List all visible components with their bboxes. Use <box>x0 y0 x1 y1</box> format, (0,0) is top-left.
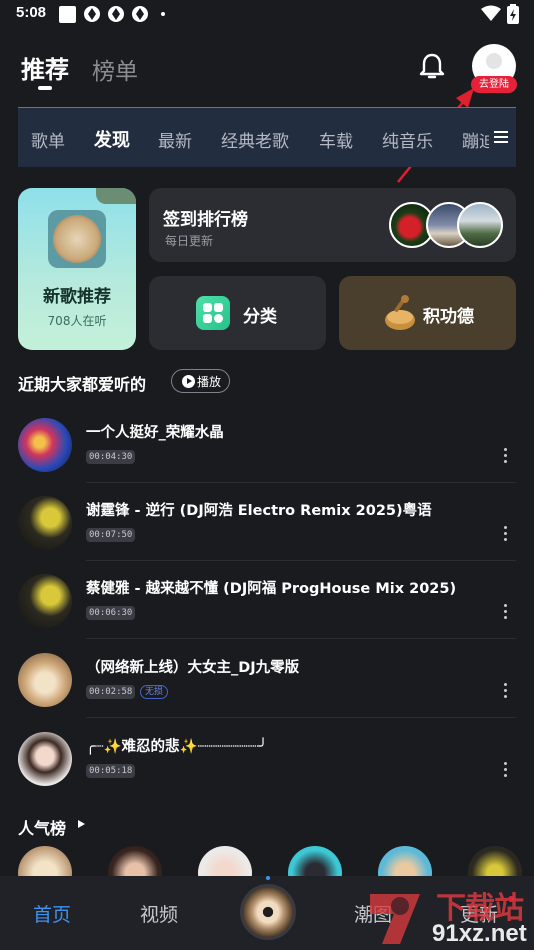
divider <box>86 638 516 639</box>
checkin-leaderboard-card[interactable]: 签到排行榜 每日更新 <box>149 188 516 262</box>
divider <box>86 717 516 718</box>
chevron-right-icon[interactable] <box>78 820 85 828</box>
divider <box>86 482 516 483</box>
category-item-active[interactable]: 发现 <box>94 126 130 152</box>
battery-icon <box>507 4 519 24</box>
song-duration: 00:07:50 <box>86 528 136 542</box>
nav-home[interactable]: 首页 <box>33 900 71 927</box>
more-options-icon[interactable] <box>504 526 508 542</box>
category-item[interactable]: 最新 <box>158 127 192 152</box>
more-options-icon[interactable] <box>504 762 508 778</box>
merit-label: 积功德 <box>423 307 474 327</box>
more-options-icon[interactable] <box>504 683 508 699</box>
song-title: （网络新上线）大女主_DJ九零版 <box>86 660 300 676</box>
checkin-subtitle: 每日更新 <box>165 234 214 248</box>
leaderboard-thumbnail <box>457 202 503 248</box>
app-notification-icon <box>132 6 148 22</box>
new-songs-listeners: 708人在听 <box>47 314 107 328</box>
bell-icon[interactable] <box>419 52 445 80</box>
song-duration: 00:06:30 <box>86 606 136 620</box>
merit-card[interactable]: 积功德 <box>339 276 516 350</box>
play-icon <box>182 375 195 388</box>
category-item[interactable]: 经典老歌 <box>221 127 289 152</box>
section-title-popular[interactable]: 人气榜 <box>18 815 66 839</box>
wifi-icon <box>481 5 501 21</box>
song-title: ╭┈✨难忍的悲✨┈┈┈┈┈┈┈╯ <box>86 739 268 755</box>
song-cover <box>18 496 72 550</box>
category-card[interactable]: 分类 <box>149 276 326 350</box>
tab-chart[interactable]: 榜单 <box>92 52 138 86</box>
grid-icon <box>196 296 230 330</box>
song-cover <box>18 732 72 786</box>
status-time: 5:08 <box>16 4 47 21</box>
category-item[interactable]: 蹦迪 <box>462 127 489 152</box>
playing-indicator <box>266 876 270 880</box>
card-fold-decoration <box>96 188 136 204</box>
song-item[interactable]: 一个人挺好_荣耀水晶 00:04:30 <box>0 418 534 496</box>
new-songs-title: 新歌推荐 <box>43 287 111 307</box>
nav-video[interactable]: 视频 <box>140 900 178 927</box>
category-item[interactable]: 车载 <box>319 127 353 152</box>
tab-active-indicator <box>38 86 52 90</box>
song-duration: 00:05:18 <box>86 764 136 778</box>
more-options-icon[interactable] <box>504 604 508 620</box>
song-cover <box>18 653 72 707</box>
more-notifications-dot <box>161 12 165 16</box>
song-cover <box>18 574 72 628</box>
wooden-fish-icon <box>385 295 415 330</box>
watermark-text: 91xz.net <box>432 920 527 947</box>
song-item[interactable]: 谢霆锋 - 逆行 (DJ阿浩 Electro Remix 2025)粤语 00:… <box>0 496 534 574</box>
song-duration: 00:04:30 <box>86 450 136 464</box>
more-options-icon[interactable] <box>504 448 508 464</box>
new-songs-card[interactable]: 新歌推荐 708人在听 <box>18 188 136 350</box>
lossless-badge: 无损 <box>140 685 169 699</box>
app-notification-icon <box>84 6 100 22</box>
play-all-button[interactable]: 播放 <box>171 369 230 393</box>
divider <box>86 560 516 561</box>
song-title: 蔡健雅 - 越来越不懂 (DJ阿福 ProgHouse Mix 2025) <box>86 581 457 597</box>
category-label: 分类 <box>243 307 277 327</box>
checkin-title: 签到排行榜 <box>163 210 248 230</box>
player-disc-button[interactable] <box>240 884 296 940</box>
song-item[interactable]: （网络新上线）大女主_DJ九零版 00:02:58 无损 <box>0 653 534 731</box>
section-title-recent: 近期大家都爱听的 <box>18 375 147 394</box>
menu-icon[interactable] <box>494 131 508 143</box>
play-all-label: 播放 <box>197 375 222 389</box>
song-item[interactable]: ╭┈✨难忍的悲✨┈┈┈┈┈┈┈╯ 00:05:18 <box>0 732 534 810</box>
category-nav: 歌单 发现 最新 经典老歌 车载 纯音乐 蹦迪 <box>18 107 516 167</box>
category-item[interactable]: 纯音乐 <box>382 127 433 152</box>
song-cover <box>18 418 72 472</box>
tab-recommend[interactable]: 推荐 <box>21 50 69 85</box>
song-title: 一个人挺好_荣耀水晶 <box>86 425 224 441</box>
category-item[interactable]: 歌单 <box>31 127 65 152</box>
song-duration: 00:02:58 <box>86 685 136 699</box>
app-notification-icon <box>108 6 124 22</box>
new-songs-cover <box>48 210 106 268</box>
status-bar: 5:08 <box>0 0 534 28</box>
notification-icon <box>59 6 76 23</box>
song-item[interactable]: 蔡健雅 - 越来越不懂 (DJ阿福 ProgHouse Mix 2025) 00… <box>0 574 534 652</box>
song-title: 谢霆锋 - 逆行 (DJ阿浩 Electro Remix 2025)粤语 <box>86 503 432 519</box>
